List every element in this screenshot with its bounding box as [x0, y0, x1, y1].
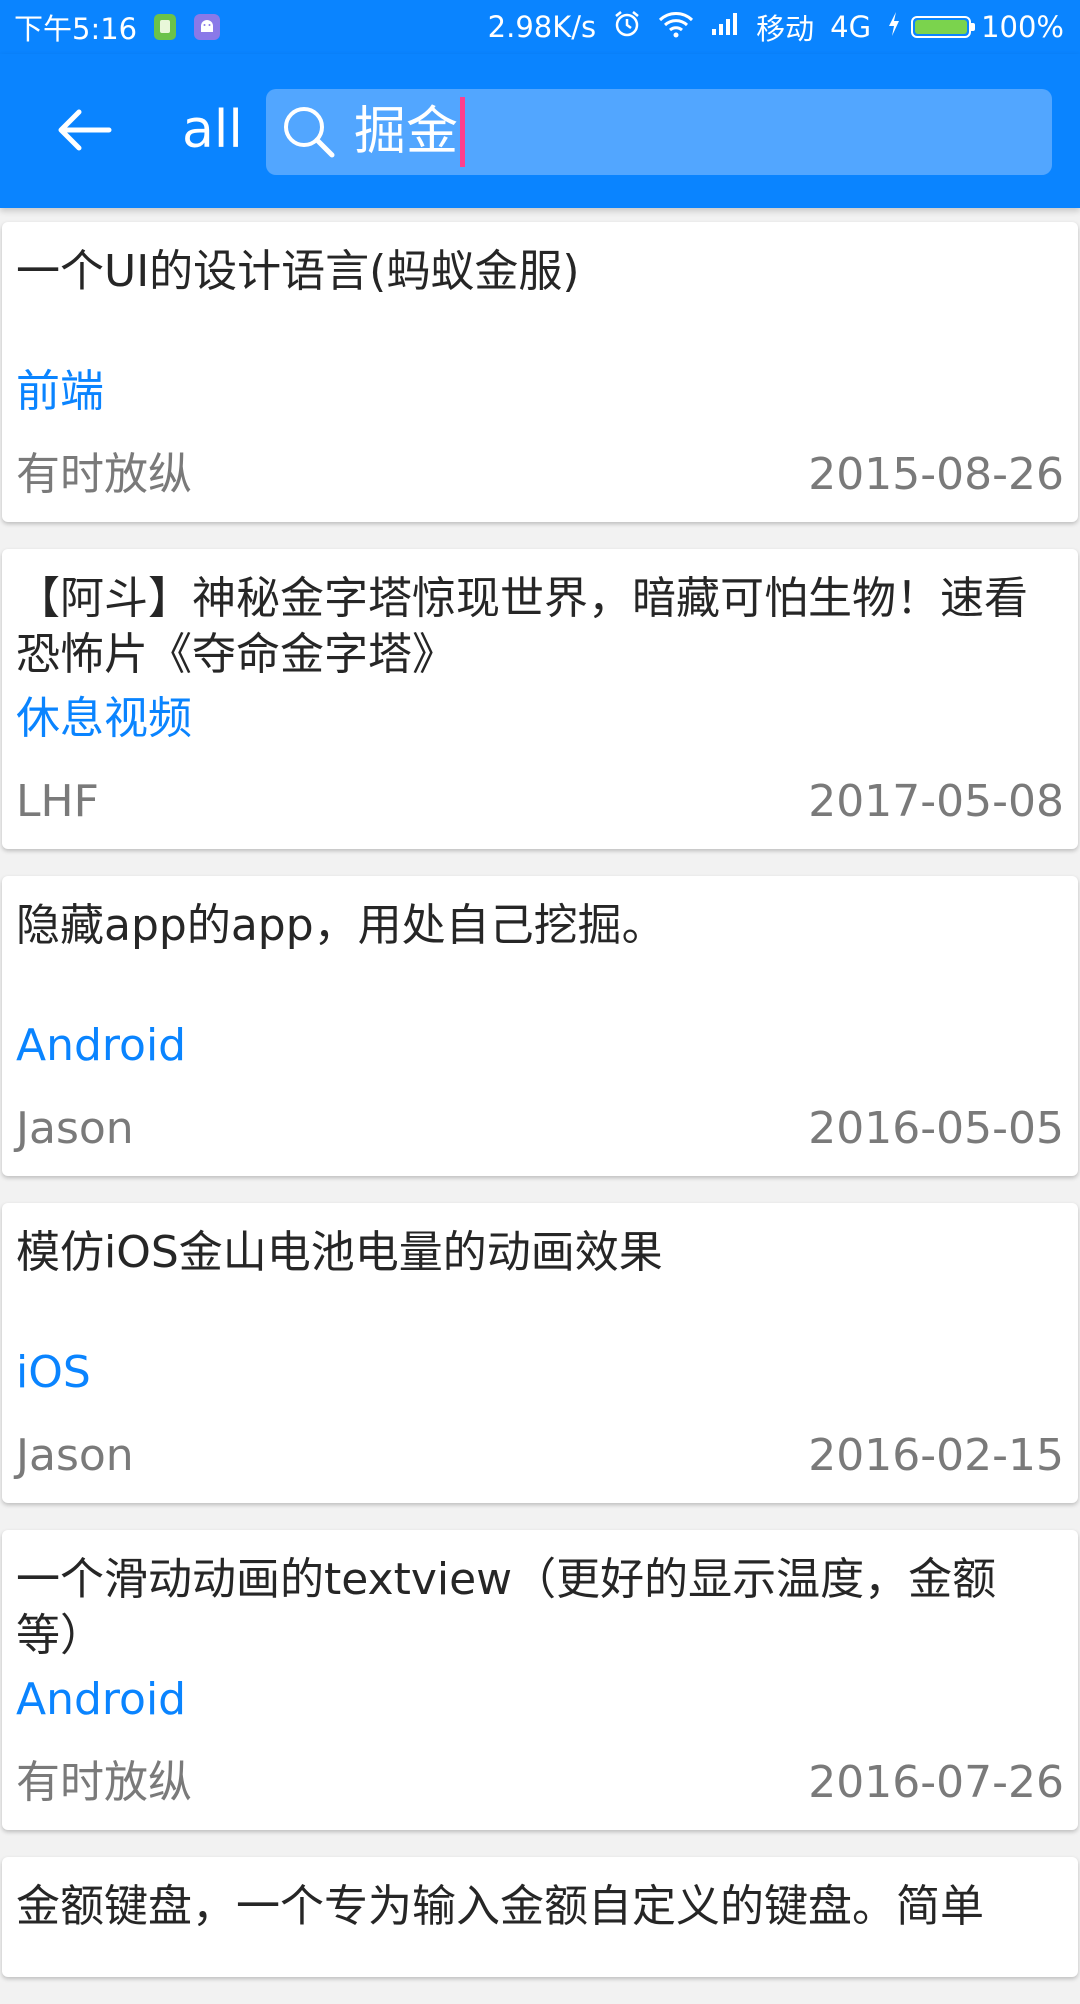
search-input[interactable]: 掘金 [354, 97, 466, 167]
result-tag[interactable]: Android [16, 1018, 186, 1074]
result-date: 2016-07-26 [808, 1757, 1064, 1808]
sim-icon [151, 13, 179, 41]
result-author: 有时放纵 [16, 449, 192, 500]
result-tag[interactable]: iOS [16, 1345, 91, 1401]
status-bar: 下午5:16 2.98K/s 移动 4G 100% [0, 0, 1080, 54]
result-card[interactable]: 【阿斗】神秘金字塔惊现世界，暗藏可怕生物！速看恐怖片《夺命金字塔》 休息视频 L… [2, 549, 1078, 849]
status-bar-right: 2.98K/s 移动 4G 100% [488, 0, 1064, 54]
result-date: 2016-02-15 [808, 1430, 1064, 1481]
result-author: Jason [16, 1103, 134, 1154]
app-bar: all 掘金 [0, 54, 1080, 208]
result-tag[interactable]: 休息视频 [16, 691, 192, 747]
search-icon [276, 99, 342, 165]
battery-tip [971, 23, 976, 31]
alarm-icon [612, 9, 642, 46]
carrier-label: 移动 [756, 12, 815, 46]
result-date: 2015-08-26 [808, 449, 1064, 500]
status-bar-left: 下午5:16 [14, 0, 221, 54]
battery-icon [911, 16, 976, 38]
arrow-left-icon [58, 109, 112, 151]
battery-percent: 100% [981, 10, 1064, 44]
result-card[interactable]: 隐藏app的app，用处自己挖掘。 Android Jason 2016-05-… [2, 876, 1078, 1176]
result-title: 一个滑动动画的textview（更好的显示温度，金额等） [16, 1554, 997, 1661]
result-author: LHF [16, 776, 99, 827]
result-author: Jason [16, 1430, 134, 1481]
result-tag[interactable]: Android [16, 1672, 186, 1728]
network-type: 4G [830, 10, 872, 44]
android-app-icon [193, 13, 221, 41]
result-date: 2017-05-08 [808, 776, 1064, 827]
results-list: 一个UI的设计语言(蚂蚁金服) 前端 有时放纵 2015-08-26 【阿斗】神… [0, 222, 1080, 2004]
result-tag[interactable]: 前端 [16, 364, 104, 420]
result-card[interactable]: 一个UI的设计语言(蚂蚁金服) 前端 有时放纵 2015-08-26 [2, 222, 1078, 522]
result-title: 一个UI的设计语言(蚂蚁金服) [16, 246, 580, 297]
text-cursor [460, 97, 466, 167]
bolt-icon [887, 10, 901, 44]
network-speed: 2.98K/s [487, 10, 597, 44]
result-card[interactable]: 一个滑动动画的textview（更好的显示温度，金额等） Android 有时放… [2, 1530, 1078, 1830]
result-title: 隐藏app的app，用处自己挖掘。 [16, 900, 666, 951]
result-title: 【阿斗】神秘金字塔惊现世界，暗藏可怕生物！速看恐怖片《夺命金字塔》 [16, 573, 1028, 680]
search-input-value: 掘金 [354, 102, 459, 162]
battery-level-fill [915, 20, 968, 34]
result-date: 2016-05-05 [808, 1103, 1064, 1154]
result-title: 金额键盘，一个专为输入金额自定义的键盘。简单 [16, 1881, 984, 1932]
result-author: 有时放纵 [16, 1757, 192, 1808]
result-title: 模仿iOS金山电池电量的动画效果 [16, 1227, 663, 1278]
signal-icon [710, 10, 740, 44]
search-box[interactable]: 掘金 [266, 89, 1052, 175]
wifi-icon [658, 10, 694, 45]
result-card[interactable]: 模仿iOS金山电池电量的动画效果 iOS Jason 2016-02-15 [2, 1203, 1078, 1503]
status-time: 下午5:16 [14, 12, 138, 46]
search-scope-selector[interactable]: all [182, 100, 243, 160]
back-button[interactable] [38, 90, 128, 170]
result-card[interactable]: 金额键盘，一个专为输入金额自定义的键盘。简单 [2, 1857, 1078, 1977]
